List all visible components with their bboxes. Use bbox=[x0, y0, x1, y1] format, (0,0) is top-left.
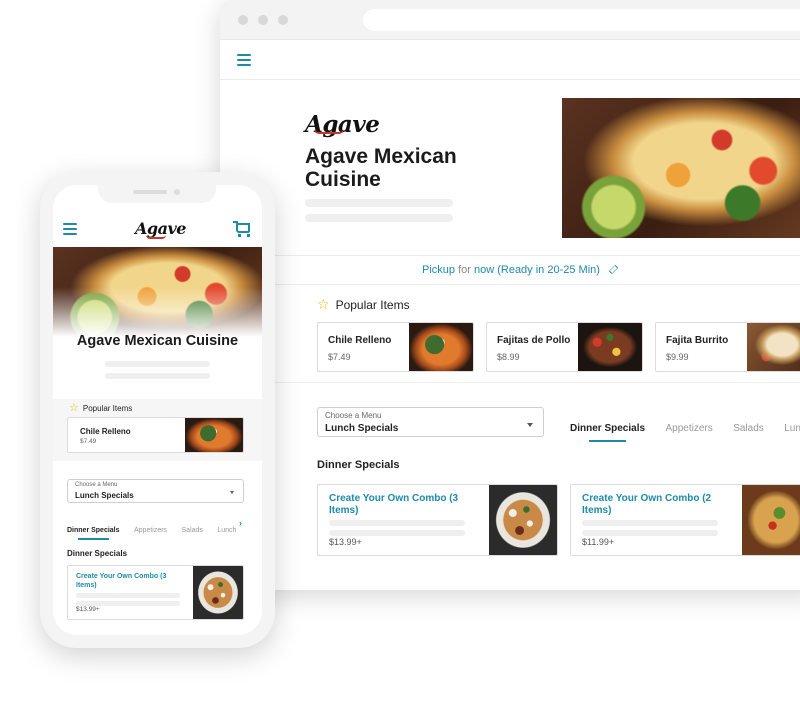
menu-select-label: Choose a Menu bbox=[75, 482, 118, 488]
mobile-phone-frame: Agave Agave Mexican Cuisine ☆ Popular Ite… bbox=[40, 172, 275, 648]
placeholder-line bbox=[105, 373, 210, 379]
popular-item-price: $7.49 bbox=[328, 352, 351, 362]
caret-down-icon bbox=[527, 423, 533, 427]
site-header bbox=[220, 40, 800, 80]
placeholder-line bbox=[76, 593, 180, 598]
popular-items-label: Popular Items bbox=[82, 404, 133, 413]
address-bar[interactable] bbox=[363, 9, 800, 31]
combo-item-price: $13.99+ bbox=[76, 606, 100, 613]
shopping-cart-icon[interactable] bbox=[233, 221, 250, 237]
chevron-right-icon[interactable]: › bbox=[239, 518, 242, 528]
menu-select-value: Lunch Specials bbox=[75, 491, 134, 500]
chile-relleno-image bbox=[185, 418, 243, 452]
placeholder-line bbox=[329, 520, 465, 526]
popular-item-card[interactable]: Chile Relleno $7.49 bbox=[67, 417, 244, 453]
caret-down-icon bbox=[230, 491, 234, 494]
menu-category-tabs: Dinner Specials Appetizers Salads Lunch bbox=[67, 519, 246, 540]
burrito-image bbox=[747, 323, 800, 371]
placeholder-line bbox=[105, 361, 210, 367]
popular-item-price: $9.99 bbox=[666, 352, 689, 362]
combo-item-card[interactable]: Create Your Own Combo (3 Items) $13.99+ bbox=[317, 484, 558, 556]
browser-toolbar bbox=[220, 0, 800, 40]
phone-speaker bbox=[133, 190, 167, 194]
chile-relleno-image bbox=[409, 323, 473, 371]
popular-item-card[interactable]: Fajitas de Pollo $8.99 bbox=[486, 322, 643, 372]
hamburger-menu-icon[interactable] bbox=[63, 223, 77, 235]
popular-item-card[interactable]: Chile Relleno $7.49 bbox=[317, 322, 474, 372]
star-icon: ☆ bbox=[317, 296, 330, 312]
popular-items-heading: ☆ Popular Items bbox=[317, 296, 410, 313]
restaurant-name: Agave Mexican Cuisine bbox=[305, 145, 457, 191]
combo-item-card[interactable]: Create Your Own Combo (2 Items) $11.99+ bbox=[570, 484, 800, 556]
tab-lunch[interactable]: Lunch bbox=[784, 423, 800, 434]
phone-camera bbox=[174, 189, 180, 195]
menu-select-dropdown[interactable]: Choose a Menu Lunch Specials bbox=[67, 479, 244, 503]
menu-category-tabs: Dinner Specials Appetizers Salads Lunch bbox=[570, 418, 800, 442]
pencil-icon[interactable] bbox=[608, 264, 619, 275]
tab-appetizers[interactable]: Appetizers bbox=[134, 527, 167, 534]
popular-item-card[interactable]: Fajita Burrito $9.99 bbox=[655, 322, 800, 372]
popular-item-name: Chile Relleno bbox=[328, 335, 392, 346]
hamburger-menu-icon[interactable] bbox=[237, 54, 251, 66]
pickup-mode[interactable]: Pickup bbox=[422, 264, 455, 276]
window-close-dot[interactable] bbox=[238, 15, 248, 25]
popular-items-label: Popular Items bbox=[335, 298, 410, 312]
tab-salads[interactable]: Salads bbox=[733, 423, 764, 434]
popular-item-name: Fajita Burrito bbox=[666, 335, 729, 346]
menu-select-value: Lunch Specials bbox=[325, 423, 399, 434]
combo-food-image bbox=[742, 485, 800, 555]
combo-food-image bbox=[489, 485, 557, 555]
combo-item-title[interactable]: Create Your Own Combo (3 Items) bbox=[329, 493, 459, 517]
combo-item-card[interactable]: Create Your Own Combo (3 Items) $13.99+ bbox=[67, 565, 244, 620]
phone-notch bbox=[98, 185, 216, 203]
tab-salads[interactable]: Salads bbox=[182, 527, 203, 534]
menu-select-label: Choose a Menu bbox=[325, 411, 382, 420]
placeholder-line bbox=[582, 530, 718, 536]
logo-chili-mark bbox=[314, 129, 344, 134]
restaurant-logo[interactable]: Agave bbox=[305, 111, 380, 138]
menu-select-dropdown[interactable]: Choose a Menu Lunch Specials bbox=[317, 407, 544, 437]
tab-lunch[interactable]: Lunch bbox=[217, 527, 236, 534]
section-title: Dinner Specials bbox=[67, 549, 128, 558]
fajitas-image bbox=[578, 323, 642, 371]
popular-items-heading: ☆ Popular Items bbox=[69, 401, 132, 414]
window-maximize-dot[interactable] bbox=[278, 15, 288, 25]
window-minimize-dot[interactable] bbox=[258, 15, 268, 25]
placeholder-line bbox=[305, 199, 453, 207]
combo-item-title[interactable]: Create Your Own Combo (3 Items) bbox=[76, 572, 176, 590]
placeholder-line bbox=[582, 520, 718, 526]
logo-chili-mark bbox=[146, 235, 166, 239]
mobile-header: Agave bbox=[53, 213, 262, 247]
placeholder-line bbox=[305, 214, 453, 222]
hero-tacos-image bbox=[562, 98, 800, 238]
combo-item-price: $11.99+ bbox=[582, 537, 615, 547]
popular-item-name: Chile Relleno bbox=[80, 427, 131, 436]
star-icon: ☆ bbox=[69, 402, 79, 414]
desktop-browser-window: Agave Agave Mexican Cuisine Pickup for n… bbox=[220, 0, 800, 590]
hero-fade bbox=[53, 287, 262, 337]
combo-item-price: $13.99+ bbox=[329, 537, 362, 547]
section-title: Dinner Specials bbox=[317, 459, 400, 471]
popular-item-price: $8.99 bbox=[497, 352, 520, 362]
popular-item-price: $7.49 bbox=[80, 438, 97, 445]
placeholder-line bbox=[329, 530, 465, 536]
restaurant-name: Agave Mexican Cuisine bbox=[76, 333, 239, 349]
tab-appetizers[interactable]: Appetizers bbox=[665, 423, 712, 434]
pickup-time-bar[interactable]: Pickup for now (Ready in 20-25 Min) bbox=[220, 255, 800, 285]
tab-dinner-specials[interactable]: Dinner Specials bbox=[67, 527, 120, 540]
phone-screen: Agave Agave Mexican Cuisine ☆ Popular Ite… bbox=[53, 185, 262, 635]
combo-item-title[interactable]: Create Your Own Combo (2 Items) bbox=[582, 493, 712, 517]
pickup-timing[interactable]: now (Ready in 20-25 Min) bbox=[474, 264, 600, 276]
tab-dinner-specials[interactable]: Dinner Specials bbox=[570, 423, 645, 442]
pickup-for-text: for bbox=[458, 264, 471, 276]
popular-item-name: Fajitas de Pollo bbox=[497, 335, 571, 346]
combo-food-image bbox=[193, 566, 243, 619]
